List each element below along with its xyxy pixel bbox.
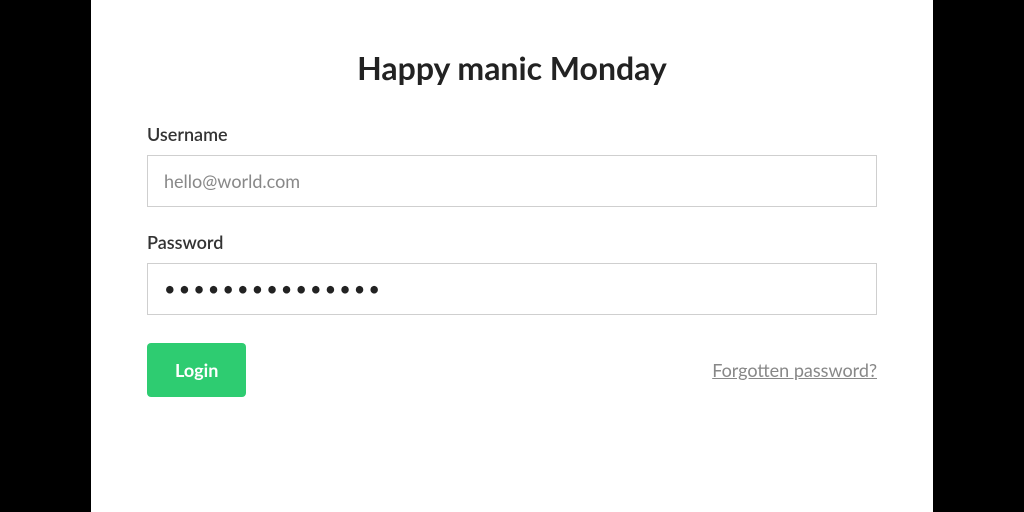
forgot-password-link[interactable]: Forgotten password? <box>712 359 877 381</box>
username-label: Username <box>147 123 877 145</box>
password-label: Password <box>147 231 877 253</box>
login-button[interactable]: Login <box>147 343 246 397</box>
login-card: Happy manic Monday Username Password Log… <box>91 0 933 512</box>
username-field: Username <box>147 123 877 207</box>
form-actions: Login Forgotten password? <box>147 343 877 397</box>
password-input[interactable] <box>147 263 877 315</box>
username-input[interactable] <box>147 155 877 207</box>
page-title: Happy manic Monday <box>147 48 877 87</box>
password-field: Password <box>147 231 877 315</box>
